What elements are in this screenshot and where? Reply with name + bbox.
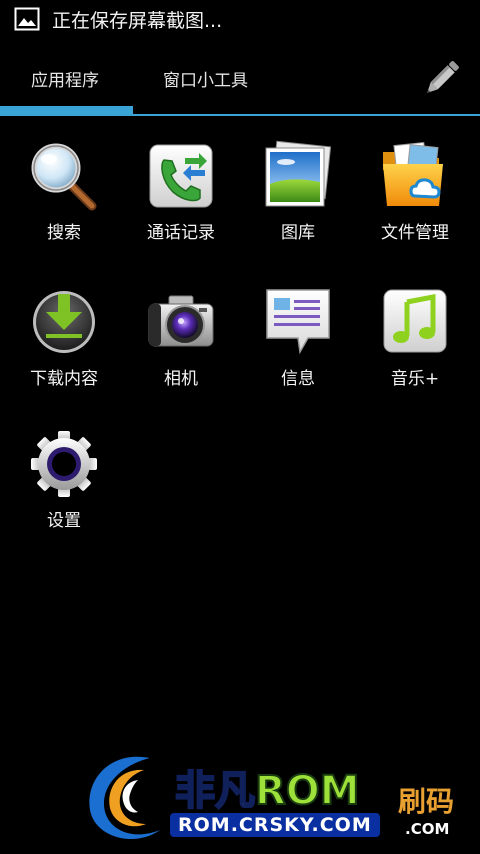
tab-widgets[interactable]: 窗口小工具 (163, 66, 248, 91)
camera-icon (148, 295, 214, 347)
app-label: 下载内容 (30, 369, 98, 389)
app-call-log[interactable]: 通话记录 (121, 140, 241, 270)
app-camera[interactable]: 相机 (121, 286, 241, 416)
app-label: 相机 (164, 369, 198, 389)
image-icon (14, 7, 40, 31)
tab-apps[interactable]: 应用程序 (31, 66, 99, 91)
logo-swirl-icon (89, 756, 160, 840)
app-label: 信息 (281, 369, 315, 389)
pencil-icon[interactable] (420, 56, 464, 100)
app-label: 通话记录 (147, 223, 215, 243)
status-bar: 正在保存屏幕截图... (0, 0, 480, 38)
app-settings[interactable]: 设置 (4, 428, 124, 558)
download-icon (33, 291, 95, 353)
folder-icon (383, 141, 443, 206)
app-label: 文件管理 (381, 223, 449, 243)
status-notification-text: 正在保存屏幕截图... (52, 10, 223, 32)
watermark-site: ROM.CRSKY.COM (170, 813, 380, 837)
app-label: 图库 (281, 223, 315, 243)
app-search[interactable]: 搜索 (4, 140, 124, 270)
search-icon (31, 143, 97, 211)
watermark-brand-rom: ROM (254, 767, 361, 815)
watermark-brand-zh: 非凡 (174, 767, 256, 815)
app-messaging[interactable]: 信息 (238, 286, 358, 416)
app-label: 音乐+ (390, 369, 440, 389)
app-downloads[interactable]: 下载内容 (4, 286, 124, 416)
tab-selected-indicator (0, 106, 133, 116)
app-label: 搜索 (47, 223, 81, 243)
app-label: 设置 (47, 511, 81, 531)
app-file-manager[interactable]: 文件管理 (355, 140, 475, 270)
app-music[interactable]: 音乐+ (355, 286, 475, 416)
gallery-icon (265, 140, 332, 207)
app-gallery[interactable]: 图库 (238, 140, 358, 270)
call-log-icon (149, 144, 213, 208)
music-icon (383, 289, 447, 353)
watermark-side-text: 刷码 (398, 785, 455, 818)
watermark-brand: 非凡ROM (174, 758, 361, 816)
watermark-side-com: .COM (405, 820, 450, 838)
watermark-logo: 非凡ROM ROM.CRSKY.COM 刷码 .COM (80, 740, 480, 854)
messaging-icon (266, 289, 330, 355)
settings-icon (31, 431, 97, 497)
